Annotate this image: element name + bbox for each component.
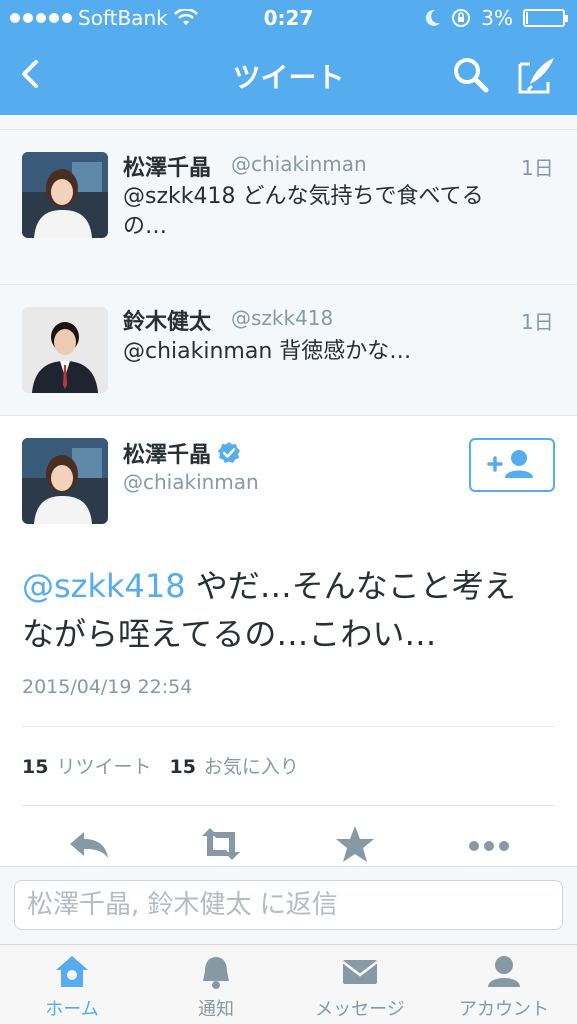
compose-icon [518,58,554,94]
search-button[interactable] [450,54,492,96]
add-user-icon [487,450,533,478]
tweet-stats: 15 リツイート 15 お気に入り [22,752,299,779]
detail-author-handle: @chiakinman [123,470,259,494]
reply-bar [0,866,577,944]
tab-home[interactable]: ホーム [0,945,144,1024]
tweet-time: 1日 [521,156,554,180]
favorite-label[interactable]: お気に入り [204,752,299,779]
retweet-button[interactable] [196,822,246,866]
list-top-spacer [0,115,577,130]
tweet-row[interactable]: 松澤千晶 @chiakinman 1日 @szkk418 どんな気持ちで食べてる… [0,131,577,285]
tab-notifications[interactable]: 通知 [144,945,288,1024]
detail-author-name[interactable]: 松澤千晶 [123,437,241,469]
reply-icon [70,832,108,858]
battery-icon [523,9,568,27]
tab-messages[interactable]: メッセージ [288,945,432,1024]
top-bar: SoftBank 0:27 3% ツイート [0,0,577,115]
retweet-icon [202,828,240,860]
tab-label: ホーム [45,999,99,1020]
detail-text-line: @szkk418 やだ…そんなこと考え [22,562,562,610]
envelope-icon [342,960,378,984]
avatar[interactable] [22,152,108,238]
tweet-author-handle: @szkk418 [231,306,334,330]
detail-text-line: ながら咥えてるの…こわい… [22,615,437,653]
search-icon [454,58,489,93]
tweet-actions [0,822,577,866]
moon-icon [426,9,441,26]
status-bar: SoftBank 0:27 3% [0,0,577,38]
detail-text-rest: やだ…そんなこと考え [185,567,516,605]
compose-button[interactable] [516,54,558,96]
tweet-text: @szkk418 どんな気持ちで食べてる の… [123,182,553,242]
more-button[interactable] [464,822,514,866]
verified-badge-icon [218,442,241,463]
tab-label: 通知 [198,999,234,1020]
tweet-text-line: @szkk418 どんな気持ちで食べてる [123,184,484,209]
tweet-timestamp: 2015/04/19 22:54 [22,676,193,698]
tweet-text-line: @chiakinman 背徳感かな… [123,339,412,364]
tweet-author-handle: @chiakinman [231,152,367,176]
avatar[interactable] [22,307,108,393]
divider [22,805,555,806]
detail-tweet-text: @szkk418 やだ…そんなこと考え ながら咥えてるの…こわい… [22,562,562,658]
tab-label: メッセージ [315,999,405,1020]
tweet-author-name[interactable]: 鈴木健太 [123,304,211,336]
favorite-count[interactable]: 15 [169,756,195,778]
bell-icon [203,957,229,989]
reply-input[interactable] [14,880,563,930]
tab-bar: ホーム 通知 メッセージ アカウント [0,944,577,1024]
battery-percent: 3% [481,6,513,30]
retweet-label[interactable]: リツイート [56,752,151,779]
tab-label: アカウント [459,999,549,1020]
tweet-row[interactable]: 鈴木健太 @szkk418 1日 @chiakinman 背徳感かな… [0,285,577,416]
favorite-button[interactable] [330,822,380,866]
tweet-text-line: の… [123,214,168,239]
detail-avatar[interactable] [22,438,108,524]
tweet-author-name[interactable]: 松澤千晶 [123,150,211,182]
star-icon [336,826,374,862]
home-icon [56,956,88,987]
follow-button[interactable] [469,438,555,492]
retweet-count[interactable]: 15 [22,756,48,778]
reply-button[interactable] [64,822,114,866]
tab-account[interactable]: アカウント [432,945,576,1024]
user-icon [488,956,520,987]
tweet-text: @chiakinman 背徳感かな… [123,337,553,367]
status-right: 3% [425,6,568,30]
tweet-time: 1日 [521,310,554,334]
mention-link[interactable]: @szkk418 [22,567,186,605]
more-icon [469,841,509,851]
divider [22,726,555,727]
detail-author-name-text: 松澤千晶 [123,443,212,468]
rotation-lock-icon [452,9,471,27]
